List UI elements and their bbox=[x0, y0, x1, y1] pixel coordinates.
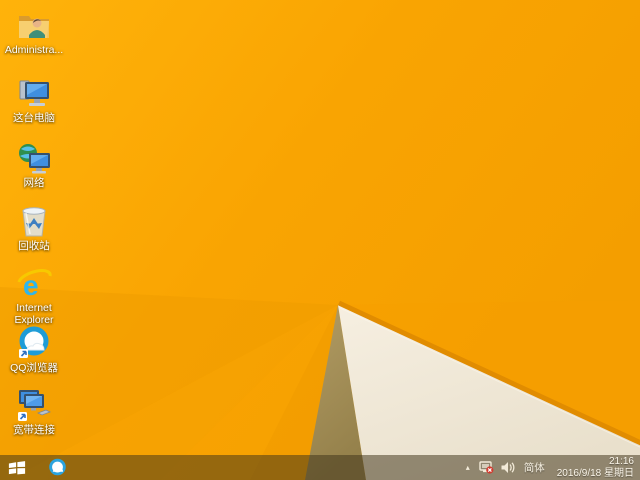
taskbar: ▴ 简体 21:16 2016/9/18 星期日 bbox=[0, 455, 640, 480]
internet-explorer-icon: e bbox=[16, 266, 52, 300]
taskbar-clock[interactable]: 21:16 2016/9/18 星期日 bbox=[554, 456, 634, 479]
taskbar-qq-browser-button[interactable] bbox=[42, 455, 72, 480]
windows-logo-icon bbox=[8, 461, 26, 475]
desktop-icon-label: Internet Explorer bbox=[14, 302, 54, 326]
desktop-icon-qq-browser[interactable]: QQ浏览器 bbox=[4, 326, 64, 374]
desktop-icon-this-pc[interactable]: 这台电脑 bbox=[4, 76, 64, 124]
recycle-bin-icon bbox=[16, 204, 52, 238]
desktop[interactable]: Administra... 这台电脑 网络 回收站 e Internet Exp… bbox=[0, 0, 640, 480]
system-tray: ▴ 简体 21:16 2016/9/18 星期日 bbox=[464, 455, 640, 480]
qq-browser-icon bbox=[16, 326, 52, 360]
desktop-icon-label: 宽带连接 bbox=[13, 424, 55, 436]
clock-time: 21:16 bbox=[608, 456, 634, 467]
desktop-icon-label: 回收站 bbox=[18, 240, 50, 252]
desktop-icon-network[interactable]: 网络 bbox=[4, 141, 64, 189]
qq-browser-taskbar-icon bbox=[48, 458, 66, 476]
desktop-icon-label: 网络 bbox=[23, 177, 45, 189]
desktop-icon-broadband[interactable]: 宽带连接 bbox=[4, 388, 64, 436]
network-globe-icon bbox=[16, 141, 52, 175]
desktop-icon-label: QQ浏览器 bbox=[10, 362, 58, 374]
desktop-icon-label: Administra... bbox=[4, 44, 64, 56]
desktop-icon-label: 这台电脑 bbox=[13, 112, 55, 124]
clock-date: 2016/9/18 星期日 bbox=[556, 467, 634, 479]
start-button[interactable] bbox=[0, 455, 34, 480]
desktop-icon-administrator[interactable]: Administra... bbox=[4, 8, 64, 56]
volume-icon[interactable] bbox=[501, 461, 515, 474]
user-folder-icon bbox=[16, 8, 52, 42]
desktop-icon-recycle-bin[interactable]: 回收站 bbox=[4, 204, 64, 252]
network-status-icon[interactable] bbox=[479, 461, 494, 474]
broadband-connection-icon bbox=[16, 388, 52, 422]
show-hidden-icons-button[interactable]: ▴ bbox=[464, 462, 472, 474]
input-method-indicator[interactable]: 简体 bbox=[522, 460, 547, 475]
computer-icon bbox=[16, 76, 52, 110]
wallpaper bbox=[0, 0, 640, 480]
desktop-icon-internet-explorer[interactable]: e Internet Explorer bbox=[4, 266, 64, 326]
